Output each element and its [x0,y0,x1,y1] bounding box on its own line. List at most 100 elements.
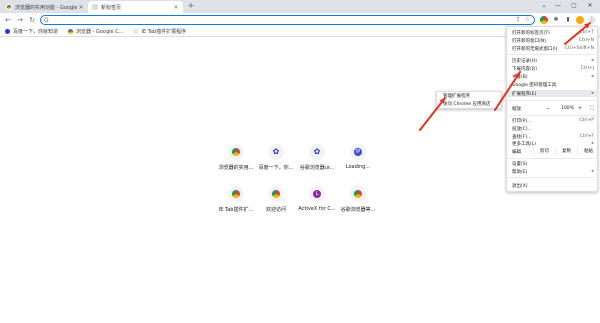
zoom-out-button[interactable]: − [541,105,555,112]
menu-divider [507,177,599,178]
minimize-button[interactable]: — [552,1,564,11]
menu-label: 退出(X) [512,183,528,189]
zoom-row: 缩放 − 100% + ⛶ [507,104,599,113]
baidu-paw-icon: ✿ [313,147,321,156]
menu-item-extensions[interactable]: 扩展程序(E) ▸ [507,90,599,97]
menu-shortcut: Ctrl+F [579,134,594,139]
menu-item-settings[interactable]: 设置(S) [507,160,599,167]
chevron-right-icon: ▸ [591,141,594,146]
menu-item-help[interactable]: 帮助(E) ▸ [507,168,599,175]
share-icon[interactable]: ⇪ [516,16,521,24]
menu-item-find[interactable]: 查找(F)... Ctrl+F [507,133,599,140]
menu-item-incognito[interactable]: 打开新的无痕式窗口(I) Ctrl+Shift+N [507,45,599,52]
bookmark-chrome[interactable]: 浏览器 - Google C... [68,28,123,35]
shortcut-tile[interactable]: IP Loading... [339,144,377,170]
shortcut-circle [228,186,244,202]
menu-item-more-tools[interactable]: 更多工具(L) ▸ [507,140,599,147]
close-icon[interactable]: × [77,4,85,11]
address-bar[interactable]: G ⇪ ☆ [40,15,535,25]
activex-icon: L [313,190,321,198]
shortcut-tile[interactable]: 谷歌浏览器等... [339,186,377,213]
fullscreen-icon[interactable]: ⛶ [585,105,599,112]
menu-item-history[interactable]: 历史记录(H) ▸ [507,57,599,64]
copy-button[interactable]: 复制 [555,148,577,155]
chevron-right-icon: ▸ [591,91,594,96]
maximize-button[interactable]: ▢ [568,1,580,11]
paste-button[interactable]: 粘贴 [577,148,599,155]
baidu-paw-icon: ✿ [272,147,280,156]
menu-item-new-tab[interactable]: 打开新的标签页(T) Ctrl+T [507,29,599,36]
reload-button[interactable]: ↻ [27,15,37,25]
chrome-extension-icon[interactable] [540,16,548,24]
shortcut-circle: L [309,186,325,202]
shortcut-tile[interactable]: L ActiveX for C... [298,186,336,212]
chevron-right-icon: ▸ [591,169,594,174]
close-icon[interactable]: × [172,4,180,11]
tab-strip: 浏览器的实用功能 - Google Chr... × 新标签页 × + ⌄ — … [0,0,600,13]
new-tab-button[interactable]: + [186,1,196,11]
menu-label: 查找(F)... [512,134,532,140]
tab-search-icon[interactable]: ⌄ [538,1,550,11]
menu-divider [507,100,599,101]
menu-item-print[interactable]: 打印(P)... Ctrl+P [507,117,599,124]
shortcut-tile[interactable]: IE Tab插件扩... [217,186,255,213]
shortcut-tile[interactable]: ✿ 谷歌浏览器ur... [298,144,336,171]
zoom-label: 缩放 [512,106,521,112]
shortcut-label: 欢迎访问 [265,207,286,213]
ie-tab-icon [133,29,139,34]
chevron-right-icon: ▸ [591,74,594,79]
close-window-button[interactable]: ✕ [584,1,596,11]
menu-item-new-window[interactable]: 打开新的窗口(N) Ctrl+N [507,37,599,44]
shortcut-tile[interactable]: 浏览器的实用... [217,144,255,171]
side-panel-icon[interactable]: ▮ [564,16,572,24]
bookmark-ie-tab[interactable]: IE Tab插件扩展程序 [133,28,186,35]
toolbar: ← → ↻ G ⇪ ☆ ✱ ▮ ⋮ [0,13,600,27]
menu-label: Google 密码管理工具 [512,82,557,88]
forward-button[interactable]: → [15,15,25,25]
menu-item-exit[interactable]: 退出(X) [507,182,599,189]
menu-item-downloads[interactable]: 下载内容(D) Ctrl+J [507,65,599,72]
shortcut-circle [268,186,284,202]
tab-title: 浏览器的实用功能 - Google Chr... [15,4,77,11]
shortcut-circle: ✿ [268,144,284,160]
menu-item-bookmarks[interactable]: 书签(B) ▸ [507,73,599,80]
cut-button[interactable]: 剪切 [533,148,555,155]
chrome-icon [6,4,12,10]
chrome-icon [354,190,362,198]
bookmark-baidu[interactable]: 百度一下，你就知道 [5,28,58,35]
bookmark-label: IE Tab插件扩展程序 [141,29,187,35]
profile-avatar[interactable] [576,16,584,24]
submenu-item-manage-extensions[interactable]: 管理扩展程序 [437,93,503,100]
edit-label: 编辑 [512,149,521,155]
back-button[interactable]: ← [3,15,13,25]
shortcut-label: Loading... [345,164,371,170]
menu-label: 历史记录(H) [512,58,537,64]
shortcut-label: 谷歌浏览器ur... [299,165,335,171]
bookmark-label: 浏览器 - Google C... [76,29,124,35]
puzzle-extensions-icon[interactable]: ✱ [552,16,560,24]
extensions-submenu: 管理扩展程序 访问 Chrome 应用商店 [436,91,502,109]
chrome-main-menu: 打开新的标签页(T) Ctrl+T 打开新的窗口(N) Ctrl+N 打开新的无痕式… [506,26,599,192]
edit-row: 编辑 剪切 复制 粘贴 [507,147,599,156]
shortcut-label: IE Tab插件扩... [218,207,254,213]
menu-label: 打开新的无痕式窗口(I) [512,46,558,52]
submenu-item-chrome-web-store[interactable]: 访问 Chrome 应用商店 [437,101,503,108]
menu-label: 设置(S) [512,161,528,167]
shortcut-tile[interactable]: ✿ 百度一下，你... [257,144,295,171]
shortcut-circle: ✿ [309,144,325,160]
menu-label: 投放(C)... [512,126,532,132]
shortcut-circle: IP [350,144,366,160]
tab-title: 新标签页 [101,4,122,11]
menu-label: 打开新的窗口(N) [512,38,546,44]
menu-item-cast[interactable]: 投放(C)... [507,125,599,132]
menu-kebab-icon[interactable]: ⋮ [588,16,596,24]
tab-new-tab[interactable]: 新标签页 × [88,1,183,13]
tab-browser-features[interactable]: 浏览器的实用功能 - Google Chr... × [2,1,88,13]
menu-label: 更多工具(L) [512,141,537,147]
menu-divider [507,54,599,55]
shortcut-tile[interactable]: 欢迎访问 [257,186,295,213]
bookmark-star-icon[interactable]: ☆ [525,16,530,24]
menu-item-google-password[interactable]: Google 密码管理工具 [507,81,599,88]
chrome-icon [232,190,240,198]
zoom-value: 100% [561,106,574,111]
